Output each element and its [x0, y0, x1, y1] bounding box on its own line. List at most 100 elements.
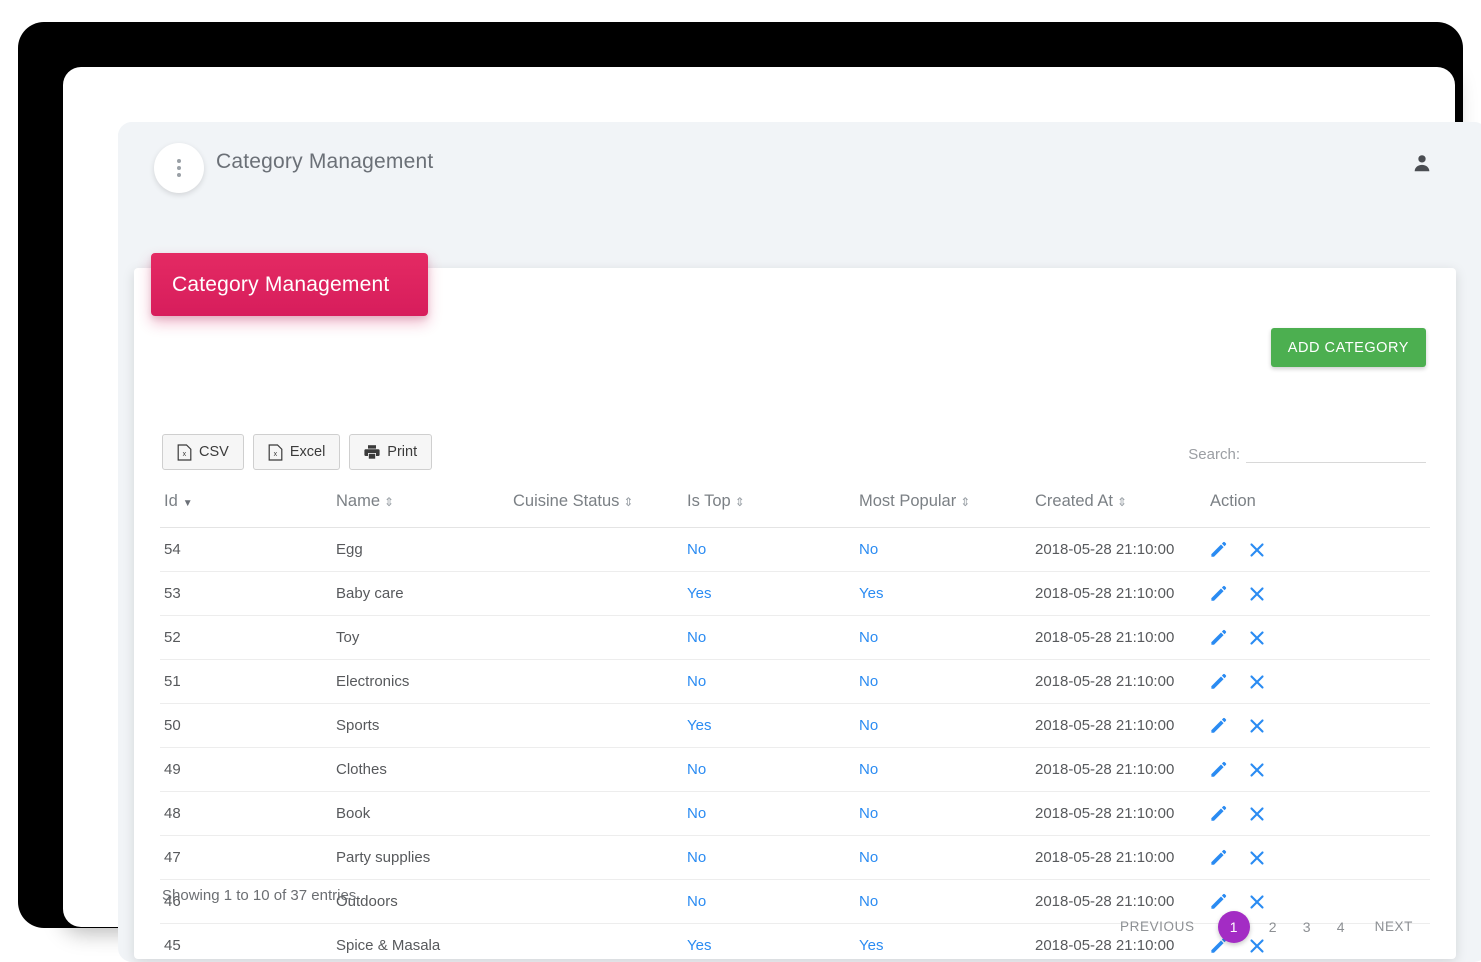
- delete-x-icon[interactable]: [1249, 674, 1265, 690]
- column-header-id[interactable]: Id ▼: [160, 486, 332, 528]
- cell-cuisine-status: [509, 924, 683, 962]
- print-label: Print: [387, 444, 418, 460]
- file-excel-icon: x: [268, 443, 283, 461]
- column-label: Name: [336, 492, 381, 510]
- table-row: 53 Baby care Yes Yes 2018-05-28 21:10:00: [160, 572, 1430, 616]
- cell-is-top: No: [683, 528, 855, 572]
- table-row: 52 Toy No No 2018-05-28 21:10:00: [160, 616, 1430, 660]
- device-frame: Category Management ADD CATEGORY x CSV x…: [18, 22, 1481, 962]
- delete-x-icon[interactable]: [1249, 762, 1265, 778]
- export-excel-button[interactable]: x Excel: [252, 434, 341, 470]
- column-header-cuisine-status[interactable]: Cuisine Status ⇕: [509, 486, 683, 528]
- cell-name: Toy: [332, 616, 509, 660]
- column-label: Action: [1210, 492, 1256, 510]
- action-buttons: [1210, 673, 1426, 690]
- cell-name: Sports: [332, 704, 509, 748]
- cell-name: Clothes: [332, 748, 509, 792]
- action-buttons: [1210, 541, 1426, 558]
- delete-x-icon[interactable]: [1249, 894, 1265, 910]
- add-category-button[interactable]: ADD CATEGORY: [1270, 328, 1426, 367]
- edit-pencil-icon[interactable]: [1210, 629, 1227, 646]
- sort-desc-icon: ▼: [182, 498, 193, 509]
- cell-cuisine-status: [509, 616, 683, 660]
- table-row: 54 Egg No No 2018-05-28 21:10:00: [160, 528, 1430, 572]
- cell-is-top: No: [683, 880, 855, 924]
- cell-id: 51: [160, 660, 332, 704]
- cell-action: [1206, 792, 1430, 836]
- print-button[interactable]: Print: [349, 434, 433, 470]
- column-header-created-at[interactable]: Created At ⇕: [1031, 486, 1206, 528]
- table-row: 51 Electronics No No 2018-05-28 21:10:00: [160, 660, 1430, 704]
- printer-icon: [364, 445, 380, 459]
- table-row: 47 Party supplies No No 2018-05-28 21:10:00: [160, 836, 1430, 880]
- cell-is-top: No: [683, 836, 855, 880]
- column-header-name[interactable]: Name ⇕: [332, 486, 509, 528]
- cell-action: [1206, 660, 1430, 704]
- action-buttons: [1210, 761, 1426, 778]
- edit-pencil-icon[interactable]: [1210, 849, 1227, 866]
- column-label: Cuisine Status: [513, 492, 620, 510]
- cell-cuisine-status: [509, 748, 683, 792]
- search-label: Search:: [1188, 446, 1240, 463]
- delete-x-icon[interactable]: [1249, 542, 1265, 558]
- sort-both-icon: ⇕: [734, 495, 745, 509]
- cell-most-popular: No: [855, 748, 1031, 792]
- cell-id: 45: [160, 924, 332, 962]
- user-account-icon[interactable]: [1411, 151, 1433, 175]
- table-row: 48 Book No No 2018-05-28 21:10:00: [160, 792, 1430, 836]
- cell-cuisine-status: [509, 572, 683, 616]
- cell-most-popular: No: [855, 792, 1031, 836]
- pagination-page-2[interactable]: 2: [1256, 911, 1290, 943]
- top-app-bar: Category Management: [118, 122, 1481, 210]
- edit-pencil-icon[interactable]: [1210, 673, 1227, 690]
- cell-most-popular: Yes: [855, 572, 1031, 616]
- edit-pencil-icon[interactable]: [1210, 761, 1227, 778]
- edit-pencil-icon[interactable]: [1210, 541, 1227, 558]
- action-buttons: [1210, 805, 1426, 822]
- edit-pencil-icon[interactable]: [1210, 893, 1227, 910]
- cell-name: Party supplies: [332, 836, 509, 880]
- export-csv-button[interactable]: x CSV: [162, 434, 244, 470]
- action-buttons: [1210, 629, 1426, 646]
- export-buttons-group: x CSV x Excel Print: [162, 434, 433, 470]
- cell-is-top: Yes: [683, 924, 855, 962]
- export-csv-label: CSV: [199, 444, 229, 460]
- showing-entries-label: Showing 1 to 10 of 37 entries: [162, 887, 357, 904]
- sort-both-icon: ⇕: [384, 495, 395, 509]
- cell-is-top: No: [683, 616, 855, 660]
- delete-x-icon[interactable]: [1249, 586, 1265, 602]
- export-excel-label: Excel: [289, 444, 326, 460]
- action-buttons: [1210, 893, 1426, 910]
- pagination-next[interactable]: NEXT: [1358, 911, 1430, 943]
- cell-created-at: 2018-05-28 21:10:00: [1031, 660, 1206, 704]
- cell-id: 50: [160, 704, 332, 748]
- cell-created-at: 2018-05-28 21:10:00: [1031, 704, 1206, 748]
- cell-most-popular: No: [855, 880, 1031, 924]
- column-header-most-popular[interactable]: Most Popular ⇕: [855, 486, 1031, 528]
- three-dots-vertical-icon[interactable]: [154, 143, 204, 193]
- column-header-is-top[interactable]: Is Top ⇕: [683, 486, 855, 528]
- pagination-page-3[interactable]: 3: [1290, 911, 1324, 943]
- pagination-page-1[interactable]: 1: [1217, 911, 1250, 943]
- delete-x-icon[interactable]: [1249, 806, 1265, 822]
- cell-id: 52: [160, 616, 332, 660]
- column-header-action: Action: [1206, 486, 1430, 528]
- dots-group: [177, 159, 181, 177]
- edit-pencil-icon[interactable]: [1210, 805, 1227, 822]
- search-input[interactable]: [1246, 438, 1426, 463]
- cell-created-at: 2018-05-28 21:10:00: [1031, 792, 1206, 836]
- delete-x-icon[interactable]: [1249, 718, 1265, 734]
- edit-pencil-icon[interactable]: [1210, 585, 1227, 602]
- cell-created-at: 2018-05-28 21:10:00: [1031, 616, 1206, 660]
- cell-action: [1206, 836, 1430, 880]
- edit-pencil-icon[interactable]: [1210, 717, 1227, 734]
- delete-x-icon[interactable]: [1249, 850, 1265, 866]
- cell-action: [1206, 528, 1430, 572]
- cell-name: Egg: [332, 528, 509, 572]
- table-row: 50 Sports Yes No 2018-05-28 21:10:00: [160, 704, 1430, 748]
- cell-action: [1206, 616, 1430, 660]
- pagination-page-4[interactable]: 4: [1324, 911, 1358, 943]
- delete-x-icon[interactable]: [1249, 630, 1265, 646]
- pagination-previous[interactable]: PREVIOUS: [1103, 911, 1212, 943]
- pagination: PREVIOUS 1 2 3 4 NEXT: [1103, 911, 1430, 943]
